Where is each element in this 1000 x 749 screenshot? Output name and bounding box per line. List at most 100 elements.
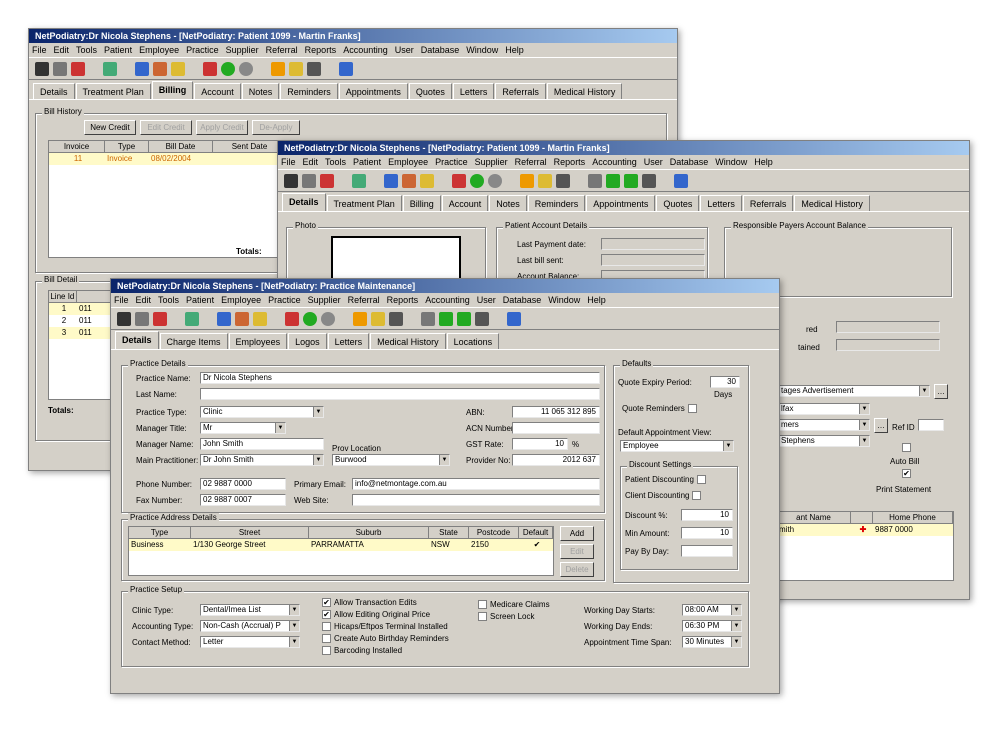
- chevron-down-icon[interactable]: ▼: [289, 637, 299, 647]
- green-circle-icon[interactable]: [303, 311, 317, 326]
- manager-name-field[interactable]: John Smith: [200, 438, 324, 450]
- wd-end-select[interactable]: 06:30 PM ▼: [682, 620, 742, 632]
- menu-patient[interactable]: Patient: [104, 43, 132, 57]
- menu-database[interactable]: Database: [421, 43, 460, 57]
- report-icon[interactable]: [384, 173, 398, 188]
- checkbox[interactable]: ✔: [322, 598, 331, 607]
- tab-appointments[interactable]: Appointments: [338, 83, 408, 99]
- col-state[interactable]: State: [429, 527, 469, 539]
- edit-credit-button[interactable]: Edit Credit: [140, 120, 192, 135]
- new-credit-button[interactable]: New Credit: [84, 120, 136, 135]
- key-icon[interactable]: [520, 173, 534, 188]
- screen-lock-check[interactable]: Screen Lock: [478, 612, 534, 621]
- chevron-down-icon[interactable]: ▼: [919, 386, 929, 396]
- menu-patient[interactable]: Patient: [186, 293, 214, 307]
- key-icon[interactable]: [271, 61, 285, 76]
- tab-billing[interactable]: Billing: [151, 81, 194, 99]
- bell-icon[interactable]: [135, 311, 149, 326]
- appt-view-select[interactable]: Employee ▼: [620, 440, 734, 452]
- tab-account[interactable]: Account: [194, 83, 241, 99]
- menu-window[interactable]: Window: [715, 155, 747, 169]
- grid-icon[interactable]: [588, 173, 602, 188]
- website-field[interactable]: [352, 494, 600, 506]
- add-address-button[interactable]: Add: [560, 526, 594, 541]
- menu-referral[interactable]: Referral: [266, 43, 298, 57]
- tab-treatment-plan[interactable]: Treatment Plan: [75, 83, 151, 99]
- patient-discounting-check[interactable]: Patient Discounting: [625, 475, 706, 484]
- tab-details[interactable]: Details: [115, 331, 159, 349]
- chevron-down-icon[interactable]: ▼: [723, 441, 733, 451]
- gst-field[interactable]: 10: [512, 438, 568, 450]
- contact-method-select[interactable]: Letter ▼: [200, 636, 300, 648]
- stephens-select[interactable]: Stephens ▼: [778, 435, 870, 447]
- people-icon[interactable]: [352, 173, 366, 188]
- acn-field[interactable]: [512, 422, 600, 434]
- col-invoice[interactable]: Invoice: [49, 141, 105, 153]
- practice-type-select[interactable]: Clinic ▼: [200, 406, 324, 418]
- people-icon[interactable]: [185, 311, 199, 326]
- menu-tools[interactable]: Tools: [325, 155, 346, 169]
- tab-treatment-plan[interactable]: Treatment Plan: [326, 195, 402, 211]
- customers-select[interactable]: mers ▼: [778, 419, 870, 431]
- col-name[interactable]: ant Name: [777, 512, 851, 524]
- menu-employee[interactable]: Employee: [221, 293, 261, 307]
- tab-reminders[interactable]: Reminders: [280, 83, 338, 99]
- prov-location-select[interactable]: Burwood ▼: [332, 454, 450, 466]
- ref-id-field[interactable]: [918, 419, 944, 431]
- appt-span-select[interactable]: 30 Minutes ▼: [682, 636, 742, 648]
- folder-icon[interactable]: [420, 173, 434, 188]
- tab-employees[interactable]: Employees: [228, 333, 288, 349]
- binoculars-icon[interactable]: [117, 311, 131, 326]
- tab-reminders[interactable]: Reminders: [527, 195, 586, 211]
- print-icon[interactable]: [389, 311, 403, 326]
- col-street[interactable]: Street: [191, 527, 309, 539]
- menu-practice[interactable]: Practice: [435, 155, 468, 169]
- tab-letters[interactable]: Letters: [452, 83, 495, 99]
- delete-address-button[interactable]: Delete: [560, 562, 594, 577]
- last-payment-field[interactable]: [601, 238, 705, 250]
- col-sent-date[interactable]: Sent Date: [213, 141, 287, 153]
- menu-user[interactable]: User: [395, 43, 414, 57]
- barcoding-check[interactable]: Barcoding Installed: [322, 646, 402, 655]
- tab-letters[interactable]: Letters: [327, 333, 370, 349]
- chevron-down-icon[interactable]: ▼: [289, 621, 299, 631]
- col-flag[interactable]: [851, 512, 873, 524]
- abn-field[interactable]: 11 065 312 895: [512, 406, 600, 418]
- fax-select[interactable]: lfax ▼: [778, 403, 870, 415]
- col-postcode[interactable]: Postcode: [469, 527, 519, 539]
- calendar-icon[interactable]: [320, 173, 334, 188]
- menu-user[interactable]: User: [477, 293, 496, 307]
- tab-referrals[interactable]: Referrals: [495, 83, 546, 99]
- menu-accounting[interactable]: Accounting: [425, 293, 470, 307]
- hand-icon[interactable]: [371, 311, 385, 326]
- menu-edit[interactable]: Edit: [136, 293, 152, 307]
- folder-icon[interactable]: [171, 61, 185, 76]
- menu-help[interactable]: Help: [587, 293, 606, 307]
- menu-reports[interactable]: Reports: [387, 293, 419, 307]
- col-line-id[interactable]: Line Id: [49, 291, 77, 303]
- red-field[interactable]: [836, 321, 940, 333]
- menu-tools[interactable]: Tools: [158, 293, 179, 307]
- print-icon[interactable]: [307, 61, 321, 76]
- shield-icon[interactable]: [235, 311, 249, 326]
- chevron-down-icon[interactable]: ▼: [859, 420, 869, 430]
- menu-referral[interactable]: Referral: [348, 293, 380, 307]
- checkbox[interactable]: [478, 600, 487, 609]
- exit-icon[interactable]: [674, 173, 688, 188]
- tree-icon[interactable]: [457, 311, 471, 326]
- menu-file[interactable]: File: [114, 293, 129, 307]
- green-circle-icon[interactable]: [470, 173, 484, 188]
- refresh-icon[interactable]: [488, 173, 502, 188]
- menu-accounting[interactable]: Accounting: [343, 43, 388, 57]
- menu-edit[interactable]: Edit: [54, 43, 70, 57]
- clinic-type-select[interactable]: Dental/Imea List ▼: [200, 604, 300, 616]
- wd-start-select[interactable]: 08:00 AM ▼: [682, 604, 742, 616]
- menu-referral[interactable]: Referral: [515, 155, 547, 169]
- chevron-down-icon[interactable]: ▼: [731, 637, 741, 647]
- tab-notes[interactable]: Notes: [241, 83, 280, 99]
- manager-title-select[interactable]: Mr ▼: [200, 422, 286, 434]
- main-practitioner-select[interactable]: Dr John Smith ▼: [200, 454, 324, 466]
- menu-window[interactable]: Window: [548, 293, 580, 307]
- shield-icon[interactable]: [153, 61, 167, 76]
- binoculars-icon[interactable]: [35, 61, 49, 76]
